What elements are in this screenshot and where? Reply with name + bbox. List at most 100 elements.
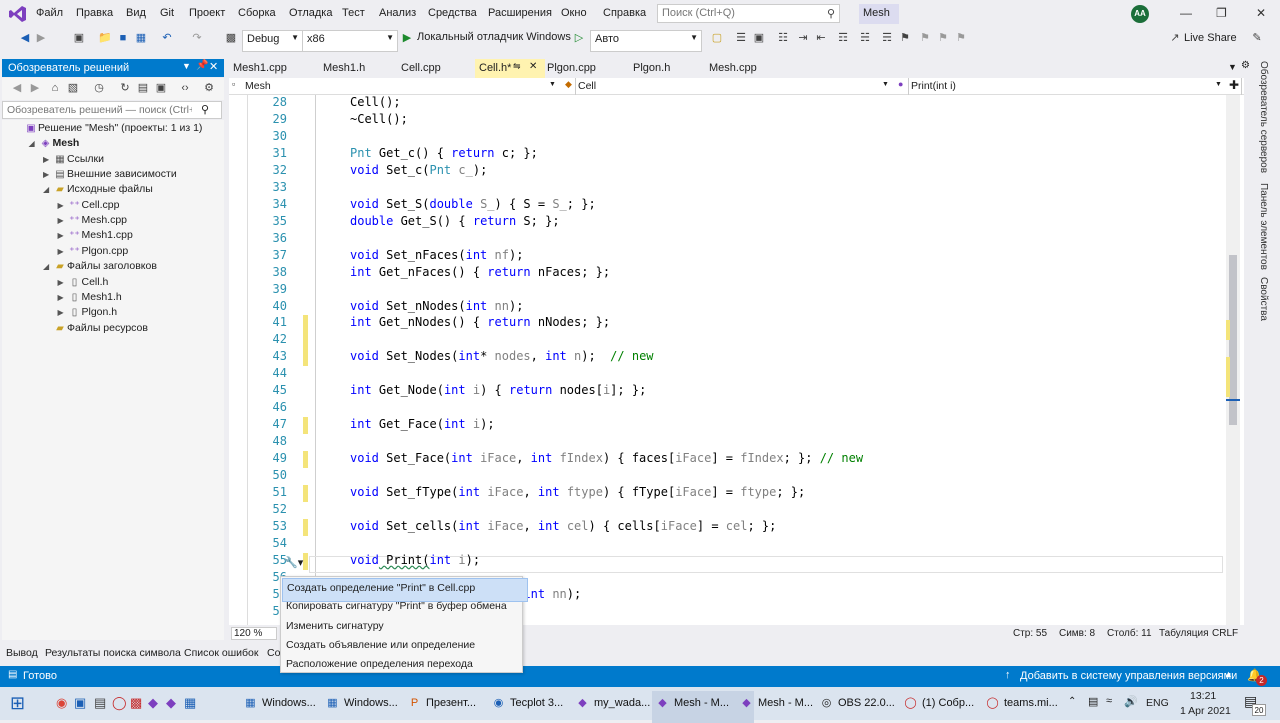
column-indicator[interactable]: Столб: 11 [1107,628,1152,639]
format-icon[interactable]: ☴ [880,31,894,45]
refresh-icon[interactable]: ↻ [118,81,132,95]
indent-mode[interactable]: Табуляция [1159,628,1209,639]
close-panel-icon[interactable]: ✕ [209,60,218,73]
indent-icon[interactable]: ⇥ [796,31,810,45]
expander-icon[interactable]: ◢ [43,185,53,194]
save-icon[interactable]: ■ [116,31,130,45]
open-folder-icon[interactable]: 📁 [98,31,112,45]
line-endings[interactable]: CRLF [1212,628,1238,639]
collapse-icon[interactable]: ▤ [136,81,150,95]
back-icon[interactable]: ◀ [10,81,24,95]
outdent-icon[interactable]: ⇤ [814,31,828,45]
forward-icon[interactable]: ▶ [28,81,42,95]
settings-icon[interactable]: ⚙ [202,81,216,95]
minimize-icon[interactable]: — [1180,6,1192,20]
tree-item[interactable]: ▶ ⁺⁺ Plgon.cpp [58,245,129,260]
chevron-up-icon[interactable]: ⌃ [1068,696,1076,707]
expander-icon[interactable]: ▶ [43,155,53,164]
tree-item[interactable]: ▶ ▦ Ссылки [43,153,104,168]
feedback-icon[interactable]: ✎ [1250,31,1264,45]
tab-error-list[interactable]: Список ошибок [184,647,258,659]
redo-icon[interactable]: ↷ [190,31,204,45]
search-input[interactable]: Поиск (Ctrl+Q) ⚲ [657,4,840,23]
toolbar-tool-icon[interactable]: ▢ [710,31,724,45]
start-debug-icon[interactable]: ▶ [400,31,414,45]
opera-icon[interactable]: ◯ [112,695,127,711]
tab-output[interactable]: Вывод [6,647,38,659]
app-icon[interactable]: ▣ [74,695,86,711]
menu-debug[interactable]: Отладка [289,7,332,19]
back-icon[interactable]: ◀ [18,31,32,45]
tab-mesh-cpp[interactable]: Mesh.cpp [705,59,793,80]
forward-icon[interactable]: ▶ [34,31,48,45]
configuration-select[interactable]: Debug ▼ [242,30,303,52]
explorer-icon[interactable]: ▤ [94,695,106,711]
task-teams[interactable]: ◯ teams.mi... [982,691,1080,723]
menu-window[interactable]: Окно [561,7,587,19]
expander-icon[interactable]: ▶ [58,216,68,225]
windows-start-icon[interactable]: ⊞ [10,693,25,714]
tab-plgon-h[interactable]: Plgon.h [629,59,707,80]
tab-mesh1-h[interactable]: Mesh1.h [319,59,399,80]
tree-item[interactable]: ◢ ▰ Исходные файлы [43,183,153,198]
expander-icon[interactable]: ◢ [29,139,39,148]
tree-item[interactable]: ▶ ▯ Plgon.h [58,306,118,321]
menu-project[interactable]: Проект [189,7,225,19]
tree-item[interactable]: ▶ ▯ Cell.h [58,276,109,291]
clock-time[interactable]: 13:21 [1190,690,1216,702]
tab-cell-cpp[interactable]: Cell.cpp [397,59,477,80]
qa-copy-signature[interactable]: Копировать сигнатуру "Print" в буфер обм… [282,597,526,619]
platform-select[interactable]: x86 ▼ [302,30,398,52]
expander-icon[interactable]: ▶ [58,201,68,210]
menu-view[interactable]: Вид [126,7,146,19]
expander-icon[interactable]: ▶ [58,308,68,317]
menu-extensions[interactable]: Расширения [488,7,552,19]
vs-icon[interactable]: ◆ [166,695,176,711]
line-indicator[interactable]: Стр: 55 [1013,628,1047,639]
network-icon[interactable]: ▤ [1088,695,1098,708]
align-icon[interactable]: ☰ [734,31,748,45]
pin-tab-icon[interactable]: ⇋ [513,61,521,72]
add-to-source-control[interactable]: Добавить в систему управления версиями [1020,670,1237,682]
menu-tools[interactable]: Средства [428,7,477,19]
qa-go-to-definition-location[interactable]: Расположение определения перехода [282,655,526,677]
split-editor-icon[interactable]: ✚ [1229,78,1239,92]
close-tab-icon[interactable]: ✕ [529,61,537,72]
restore-icon[interactable]: ❐ [1216,6,1227,20]
menu-edit[interactable]: Правка [76,7,113,19]
tab-mesh1-cpp[interactable]: Mesh1.cpp [229,59,321,80]
new-project-icon[interactable]: ▣ [72,31,86,45]
menu-help[interactable]: Справка [603,7,646,19]
avatar[interactable]: AA [1131,5,1149,23]
save-all-icon[interactable]: ▦ [134,31,148,45]
tree-item[interactable]: ▶ ⁺⁺ Cell.cpp [58,199,120,214]
char-indicator[interactable]: Симв: 8 [1059,628,1095,639]
pdf-icon[interactable]: ▩ [130,695,142,711]
prev-bookmark-icon[interactable]: ⚑ [918,31,932,45]
settings-icon[interactable]: ⚙ [1241,60,1250,71]
list-icon[interactable]: ☷ [776,31,790,45]
vertical-scrollbar[interactable] [1226,95,1240,625]
menu-file[interactable]: Файл [36,7,63,19]
toolbox-tab[interactable]: Панель элементов [1258,183,1269,270]
language-indicator[interactable]: ENG [1146,697,1169,709]
close-icon[interactable]: ✕ [1256,6,1266,20]
menu-test[interactable]: Тест [342,7,365,19]
tree-item[interactable]: ◢ ◈ Mesh [29,137,80,152]
tab-list-dropdown-icon[interactable]: ▼ [1228,62,1237,72]
tree-item[interactable]: ▶ ▤ Внешние зависимости [43,168,177,183]
volume-icon[interactable]: 🔊 [1124,695,1138,708]
sync-icon[interactable]: ▧ [66,81,80,95]
pin-icon[interactable]: 📌 [196,60,208,71]
tree-item[interactable]: ▰ Файлы ресурсов [43,322,148,337]
start-without-debug-icon[interactable]: ▷ [572,31,586,45]
undo-icon[interactable]: ↶ [160,31,174,45]
server-explorer-tab[interactable]: Обозреватель серверов [1258,61,1269,173]
uncomment-icon[interactable]: ☵ [858,31,872,45]
expander-icon[interactable]: ▶ [58,293,68,302]
vs-icon[interactable]: ◆ [148,695,158,711]
tab-other[interactable]: Со [267,647,280,659]
tree-item[interactable]: ▶ ⁺⁺ Mesh1.cpp [58,229,133,244]
menu-analyze[interactable]: Анализ [379,7,416,19]
solution-search-input[interactable]: Обозреватель решений — поиск (Ctrl+;) ⚲ [2,101,222,119]
